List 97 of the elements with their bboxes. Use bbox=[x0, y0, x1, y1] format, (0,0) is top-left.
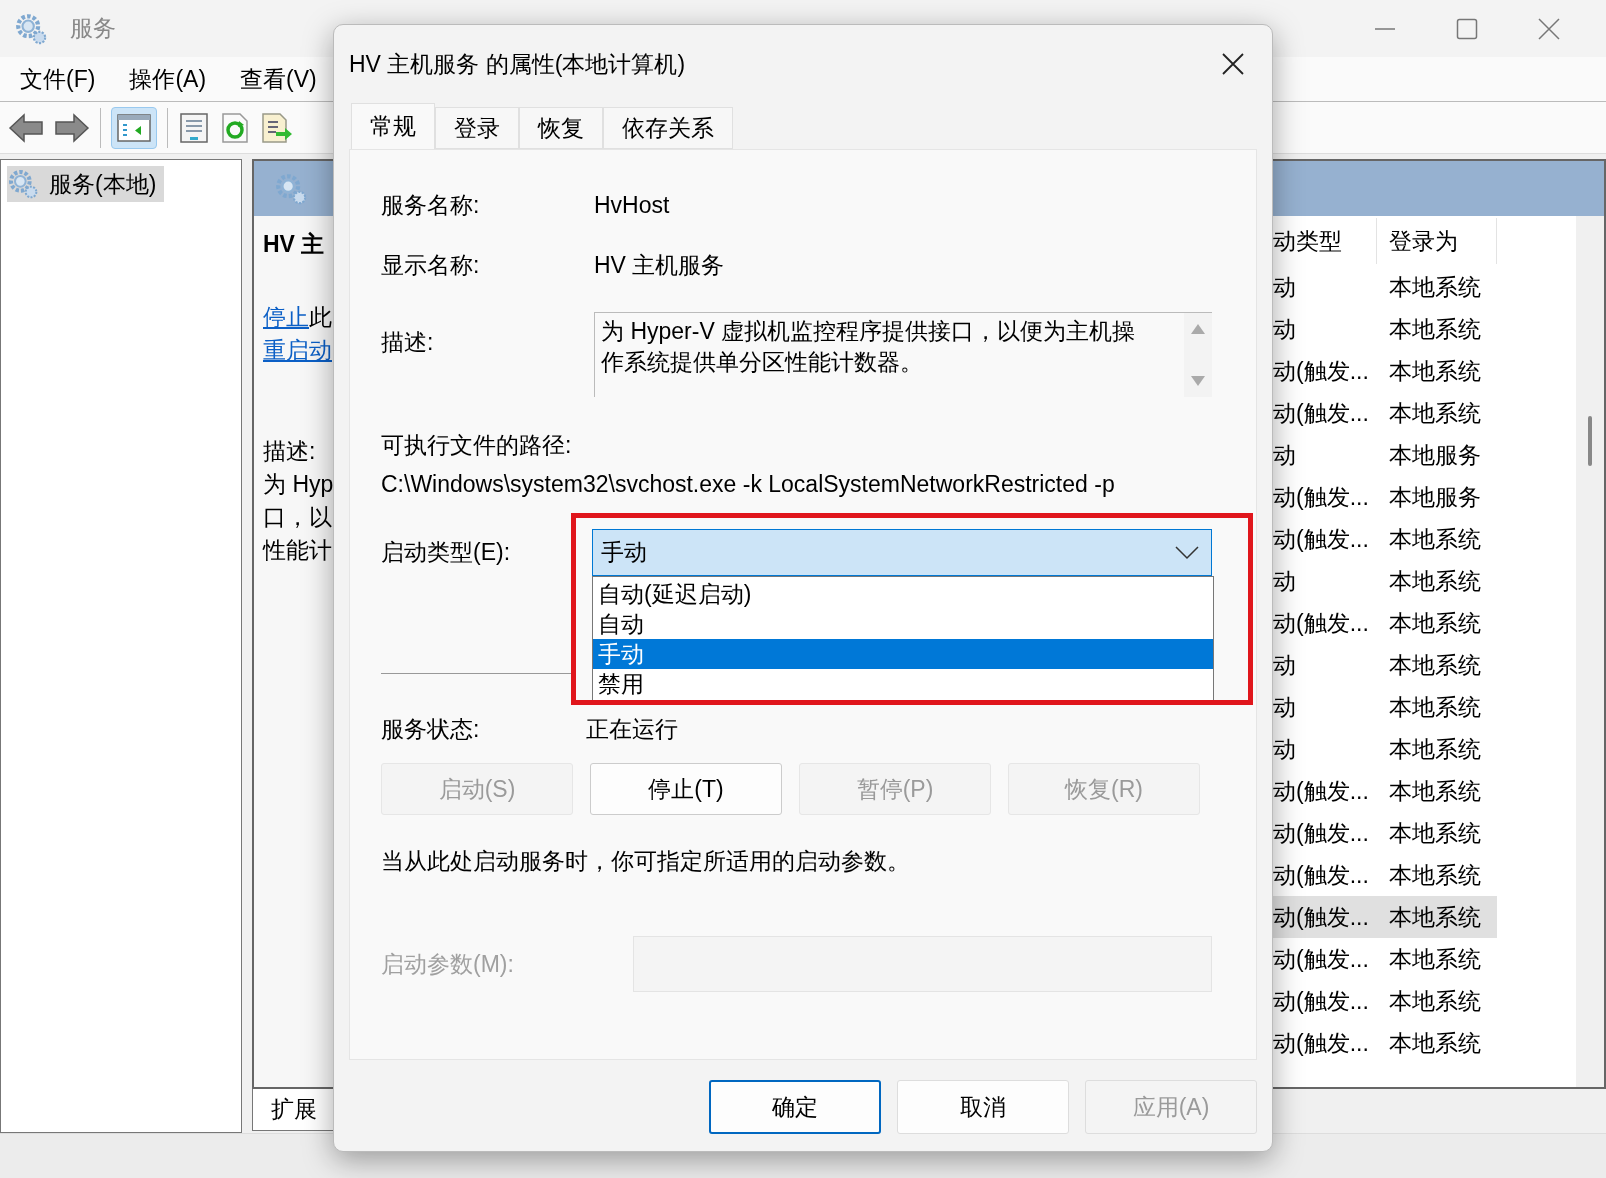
logon-cell-text: 本地系统 bbox=[1388, 608, 1481, 638]
startup-type-cell-text: 动(触发... bbox=[1273, 776, 1370, 806]
export-icon[interactable] bbox=[260, 111, 294, 144]
dropdown-option[interactable]: 自动 bbox=[593, 609, 1213, 639]
console-tree-button[interactable] bbox=[111, 106, 157, 149]
dropdown-option[interactable]: 自动(延迟启动) bbox=[593, 579, 1213, 609]
scroll-down-icon[interactable] bbox=[1190, 375, 1206, 387]
refresh-icon[interactable] bbox=[220, 111, 250, 144]
startup-type-cell-text: 动(触发... bbox=[1273, 524, 1370, 554]
chevron-down-icon bbox=[1175, 545, 1199, 560]
dialog-tab[interactable]: 恢复 bbox=[519, 107, 603, 149]
logon-cell-text: 本地系统 bbox=[1388, 818, 1481, 848]
path-value: C:\Windows\system32\svchost.exe -k LocalSystemNetworkRestricted -p bbox=[381, 469, 1115, 499]
logon-cell-text: 本地系统 bbox=[1388, 314, 1481, 344]
field-label: 启动类型(E): bbox=[381, 538, 512, 568]
startup-type-cell-text: 动(触发... bbox=[1273, 818, 1370, 848]
maximize-icon[interactable] bbox=[1456, 17, 1478, 40]
logon-cell-text: 本地系统 bbox=[1388, 398, 1481, 428]
startup-type-cell-text: 动 bbox=[1273, 314, 1297, 344]
logon-cell-text: 本地系统 bbox=[1388, 650, 1481, 680]
path-label: 可执行文件的路径: bbox=[381, 430, 572, 460]
startup-type-cell-text: 动(触发... bbox=[1273, 944, 1370, 974]
description-label: 描述: bbox=[263, 437, 316, 466]
gear-icon bbox=[7, 168, 39, 200]
startup-type-cell-text: 动 bbox=[1273, 650, 1297, 680]
logon-cell-text: 本地系统 bbox=[1388, 566, 1481, 596]
description-text: 口，以 bbox=[263, 503, 332, 532]
startup-type-cell-text: 动(触发... bbox=[1273, 356, 1370, 386]
status-value: 正在运行 bbox=[586, 714, 678, 744]
properties-icon[interactable] bbox=[178, 111, 210, 144]
startup-type-cell-text: 动(触发... bbox=[1273, 902, 1370, 932]
startup-type-cell-text: 动(触发... bbox=[1273, 608, 1370, 638]
dialog-title: HV 主机服务 的属性(本地计算机) bbox=[349, 49, 686, 79]
scroll-up-icon[interactable] bbox=[1190, 323, 1206, 335]
dialog-tab[interactable]: 依存关系 bbox=[603, 107, 733, 149]
service-name-value: HvHost bbox=[594, 190, 670, 220]
menu-item[interactable]: 文件(F) bbox=[20, 61, 96, 97]
field-label: 描述: bbox=[381, 328, 435, 357]
gear-icon bbox=[14, 11, 48, 46]
hint-text: 当从此处启动服务时，你可指定所适用的启动参数。 bbox=[381, 846, 910, 876]
logon-cell-text: 本地系统 bbox=[1388, 734, 1481, 764]
logon-cell-text: 本地系统 bbox=[1388, 902, 1481, 932]
stop-link[interactable]: 停止 bbox=[263, 304, 309, 330]
gear-icon bbox=[274, 171, 308, 206]
column-header[interactable]: 登录为 bbox=[1377, 218, 1497, 264]
startup-type-cell-text: 动 bbox=[1273, 692, 1297, 722]
stop-action-text: 停止此 bbox=[263, 303, 332, 332]
description-text: 为 Hyp bbox=[263, 470, 334, 499]
startup-type-cell-text: 动(触发... bbox=[1273, 1028, 1370, 1058]
field-label: 服务名称: bbox=[381, 190, 481, 220]
dialog-tab[interactable]: 常规 bbox=[351, 103, 435, 149]
dialog-button[interactable]: 确定 bbox=[709, 1080, 881, 1134]
logon-cell-text: 本地系统 bbox=[1388, 524, 1481, 554]
startup-type-dropdown[interactable]: 手动 bbox=[592, 529, 1212, 576]
field-label: 启动参数(M): bbox=[381, 949, 515, 979]
menu-item[interactable]: 操作(A) bbox=[129, 61, 207, 97]
description-text: 性能计 bbox=[263, 536, 332, 565]
startup-type-cell-text: 动 bbox=[1273, 272, 1297, 302]
startup-type-cell-text: 动(触发... bbox=[1273, 398, 1370, 428]
startup-type-cell-text: 动(触发... bbox=[1273, 860, 1370, 890]
menu-item[interactable]: 查看(V) bbox=[240, 61, 317, 97]
description-box[interactable]: 为 Hyper-V 虚拟机监控程序提供接口，以便为主机操作系统提供单分区性能计数器。 bbox=[594, 312, 1212, 397]
logon-cell-text: 本地系统 bbox=[1388, 272, 1481, 302]
restart-link[interactable]: 重启动 bbox=[263, 334, 332, 367]
dialog-button[interactable]: 取消 bbox=[897, 1080, 1069, 1134]
field-label: 显示名称: bbox=[381, 250, 481, 280]
dialog-tab[interactable]: 登录 bbox=[435, 107, 519, 149]
dropdown-option[interactable]: 禁用 bbox=[593, 669, 1213, 699]
panel-icon bbox=[117, 112, 151, 143]
logon-cell-text: 本地系统 bbox=[1388, 356, 1481, 386]
startup-type-cell-text: 动(触发... bbox=[1273, 986, 1370, 1016]
logon-cell-text: 本地系统 bbox=[1388, 1028, 1481, 1058]
service-title: HV 主 bbox=[263, 230, 325, 259]
dropdown-option[interactable]: 手动 bbox=[593, 639, 1213, 669]
forward-arrow-icon[interactable] bbox=[54, 111, 90, 144]
logon-cell-text: 本地服务 bbox=[1388, 482, 1481, 512]
logon-cell-text: 本地系统 bbox=[1388, 944, 1481, 974]
back-arrow-icon[interactable] bbox=[8, 111, 44, 144]
tree-item[interactable]: 服务(本地) bbox=[7, 166, 165, 202]
startup-type-cell-text: 动 bbox=[1273, 566, 1297, 596]
startup-type-cell-text: 动(触发... bbox=[1273, 482, 1370, 512]
window-title: 服务 bbox=[70, 14, 116, 44]
field-label: 服务状态: bbox=[381, 714, 481, 744]
logon-cell-text: 本地系统 bbox=[1388, 986, 1481, 1016]
scrollbar[interactable] bbox=[1576, 216, 1604, 1087]
description-text: 为 Hyper-V 虚拟机监控程序提供接口，以便为主机操作系统提供单分区性能计数器。 bbox=[600, 317, 1137, 377]
logon-cell-text: 本地系统 bbox=[1388, 692, 1481, 722]
startup-type-cell-text: 动 bbox=[1273, 734, 1297, 764]
display-name-value: HV 主机服务 bbox=[594, 250, 725, 280]
logon-cell-text: 本地服务 bbox=[1388, 440, 1481, 470]
close-icon[interactable] bbox=[1222, 53, 1244, 75]
logon-cell-text: 本地系统 bbox=[1388, 776, 1481, 806]
service-row[interactable]: 动(触发... 本地系统 bbox=[1273, 896, 1497, 938]
view-tab[interactable]: 扩展 bbox=[252, 1089, 336, 1131]
startup-type-cell-text: 动 bbox=[1273, 440, 1297, 470]
service-control-button[interactable]: 停止(T) bbox=[590, 763, 782, 815]
logon-cell-text: 本地系统 bbox=[1388, 860, 1481, 890]
